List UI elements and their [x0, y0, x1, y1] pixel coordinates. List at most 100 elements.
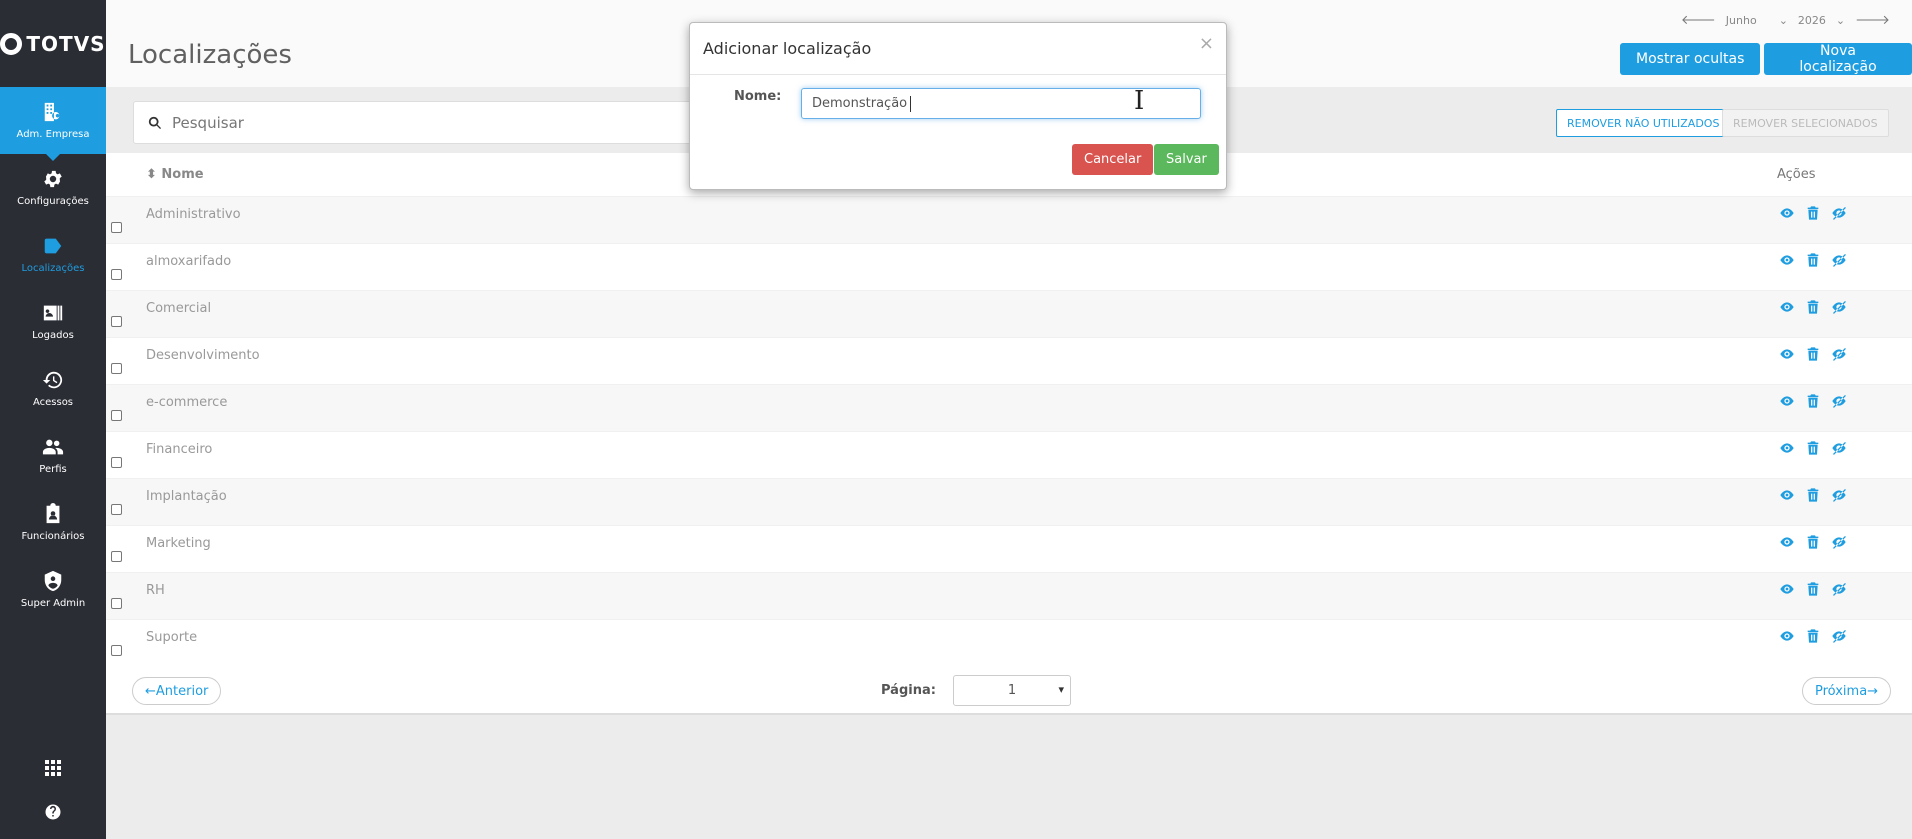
history-icon — [42, 371, 63, 389]
clipboard-user-icon — [46, 503, 60, 524]
sidebar-item-logados[interactable]: Logados — [0, 288, 106, 355]
row-checkbox[interactable] — [111, 504, 122, 515]
view-icon[interactable] — [1779, 299, 1795, 315]
table-row: e-commerce — [106, 384, 1912, 431]
sidebar-item-funcionarios[interactable]: Funcionários — [0, 489, 106, 556]
row-checkbox[interactable] — [111, 269, 122, 280]
hide-icon[interactable] — [1831, 346, 1847, 362]
dialog-header: Adicionar localização × — [690, 23, 1226, 75]
sidebar-item-acessos[interactable]: Acessos — [0, 355, 106, 422]
search-icon — [148, 116, 162, 129]
totvs-logo[interactable]: TOTVS — [0, 0, 106, 87]
location-name: Suporte — [146, 630, 198, 645]
sidebar-item-localizacoes[interactable]: Localizações — [0, 221, 106, 288]
apps-grid-button[interactable] — [0, 746, 106, 790]
view-icon[interactable] — [1779, 628, 1795, 644]
sidebar: TOTVS Adm. Empresa Configurações Localiz… — [0, 0, 106, 839]
row-checkbox[interactable] — [111, 410, 122, 421]
save-button[interactable]: Salvar — [1154, 144, 1219, 175]
hide-icon[interactable] — [1831, 299, 1847, 315]
row-checkbox[interactable] — [111, 222, 122, 233]
sidebar-item-perfis[interactable]: Perfis — [0, 422, 106, 489]
text-cursor-icon: I — [1134, 86, 1145, 116]
trash-icon[interactable] — [1805, 581, 1821, 597]
dialog-title: Adicionar localização — [703, 39, 872, 58]
sidebar-item-configuracoes[interactable]: Configurações — [0, 154, 106, 221]
users-icon — [42, 439, 64, 455]
apps-grid-icon — [45, 760, 61, 776]
location-name: Marketing — [146, 536, 211, 551]
hide-icon[interactable] — [1831, 628, 1847, 644]
view-icon[interactable] — [1779, 205, 1795, 221]
trash-icon[interactable] — [1805, 440, 1821, 456]
view-icon[interactable] — [1779, 534, 1795, 550]
row-actions — [1779, 205, 1847, 221]
row-checkbox[interactable] — [111, 316, 122, 327]
location-name: Desenvolvimento — [146, 348, 260, 363]
add-location-dialog: Adicionar localização × Nome: Demonstraç… — [689, 22, 1227, 190]
trash-icon[interactable] — [1805, 252, 1821, 268]
page-select[interactable]: 1 ▾ — [953, 675, 1071, 706]
trash-icon[interactable] — [1805, 346, 1821, 362]
trash-icon[interactable] — [1805, 487, 1821, 503]
help-button[interactable] — [0, 790, 106, 834]
location-name: Comercial — [146, 301, 212, 316]
table-row: Implantação — [106, 478, 1912, 525]
show-hidden-button[interactable]: Mostrar ocultas — [1620, 43, 1761, 75]
location-name: Implantação — [146, 489, 227, 504]
table-row: Suporte — [106, 619, 1912, 666]
view-icon[interactable] — [1779, 581, 1795, 597]
search-box[interactable]: Pesquisar — [133, 101, 773, 144]
row-checkbox[interactable] — [111, 457, 122, 468]
trash-icon[interactable] — [1805, 628, 1821, 644]
row-actions — [1779, 346, 1847, 362]
building-gear-icon — [44, 102, 60, 122]
row-checkbox[interactable] — [111, 598, 122, 609]
month-select[interactable]: Junho ⌄ — [1726, 14, 1788, 27]
next-period-arrow-icon[interactable]: 🡒 — [1855, 12, 1890, 28]
view-icon[interactable] — [1779, 487, 1795, 503]
name-label: Nome: — [734, 89, 782, 104]
location-name: RH — [146, 583, 165, 598]
new-location-button[interactable]: Nova localização — [1764, 43, 1912, 75]
hide-icon[interactable] — [1831, 487, 1847, 503]
row-actions — [1779, 534, 1847, 550]
sidebar-item-adm-empresa[interactable]: Adm. Empresa — [0, 87, 106, 161]
remove-unused-button[interactable]: REMOVER NÃO UTILIZADOS — [1556, 109, 1731, 137]
hide-icon[interactable] — [1831, 393, 1847, 409]
view-icon[interactable] — [1779, 346, 1795, 362]
table-row: almoxarifado — [106, 243, 1912, 290]
row-checkbox[interactable] — [111, 645, 122, 656]
hide-icon[interactable] — [1831, 581, 1847, 597]
logo-ring-icon — [0, 32, 23, 55]
trash-icon[interactable] — [1805, 534, 1821, 550]
remove-selected-button[interactable]: REMOVER SELECIONADOS — [1722, 109, 1889, 137]
chevron-down-icon: ⌄ — [1835, 13, 1846, 27]
pagination: ←Anterior Página: 1 ▾ Próxima→ — [106, 665, 1912, 715]
cancel-button[interactable]: Cancelar — [1072, 144, 1154, 175]
prev-period-arrow-icon[interactable]: 🡐 — [1681, 12, 1716, 28]
view-icon[interactable] — [1779, 440, 1795, 456]
hide-icon[interactable] — [1831, 440, 1847, 456]
row-actions — [1779, 393, 1847, 409]
row-checkbox[interactable] — [111, 363, 122, 374]
hide-icon[interactable] — [1831, 534, 1847, 550]
trash-icon[interactable] — [1805, 205, 1821, 221]
view-icon[interactable] — [1779, 393, 1795, 409]
trash-icon[interactable] — [1805, 393, 1821, 409]
table-row: Comercial — [106, 290, 1912, 337]
row-checkbox[interactable] — [111, 551, 122, 562]
chevron-down-icon: ⌄ — [1778, 13, 1788, 27]
next-page-button[interactable]: Próxima→ — [1802, 677, 1892, 705]
gear-icon — [44, 170, 62, 188]
trash-icon[interactable] — [1805, 299, 1821, 315]
sidebar-item-super-admin[interactable]: Super Admin — [0, 556, 106, 623]
previous-page-button[interactable]: ←Anterior — [132, 677, 222, 705]
hide-icon[interactable] — [1831, 252, 1847, 268]
sidebar-footer — [0, 746, 106, 839]
sort-by-name-header[interactable]: ⬍ Nome — [146, 167, 204, 182]
year-select[interactable]: 2026 ⌄ — [1798, 14, 1845, 27]
hide-icon[interactable] — [1831, 205, 1847, 221]
close-icon[interactable]: × — [1199, 33, 1214, 54]
view-icon[interactable] — [1779, 252, 1795, 268]
